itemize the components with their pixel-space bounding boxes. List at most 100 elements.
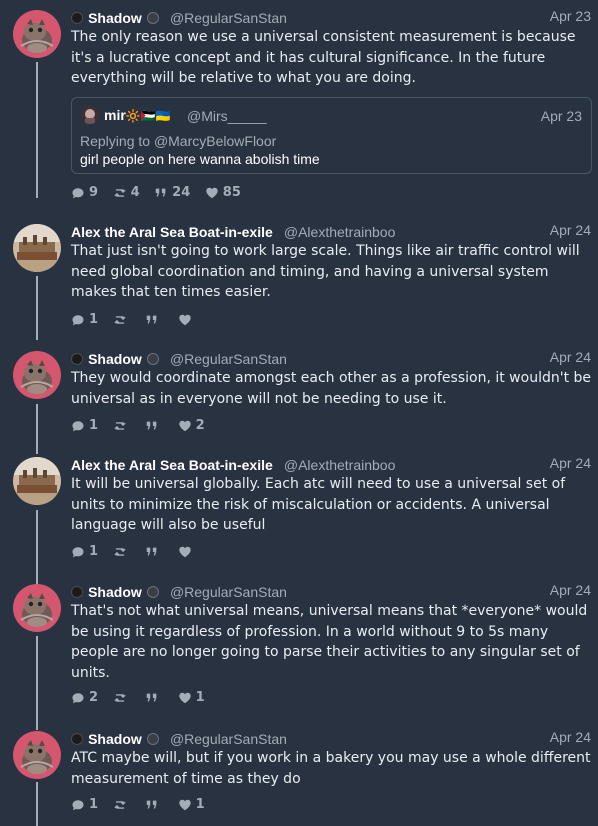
author-handle[interactable]: @Alexthetrainboo: [284, 457, 396, 473]
quote-marks-icon: [145, 419, 159, 433]
quoted-post[interactable]: mir🔆🇵🇸🇺🇦 @Mirs_____ Apr 23 Replying to @…: [71, 97, 592, 174]
quote-button[interactable]: [145, 691, 163, 705]
like-button[interactable]: 85: [205, 185, 241, 200]
quote-button[interactable]: 24: [154, 185, 190, 200]
quote-button[interactable]: [145, 798, 163, 812]
reply-button[interactable]: 9: [71, 185, 98, 200]
post[interactable]: Shadow @RegularSanStan Apr 24 That's not…: [0, 582, 598, 710]
repost-button[interactable]: [113, 691, 131, 705]
repost-arrows-icon: [113, 798, 127, 812]
avatar[interactable]: [13, 351, 61, 399]
speech-bubble-icon: [71, 798, 85, 812]
speech-bubble-icon: [71, 419, 85, 433]
quote-button[interactable]: [145, 313, 163, 327]
post-text: That's not what universal means, univers…: [71, 603, 588, 681]
post-text: That just isn't going to work large scal…: [71, 243, 580, 300]
author-handle[interactable]: @RegularSanStan: [170, 10, 287, 26]
quote-marks-icon: [154, 186, 168, 200]
avatar[interactable]: [13, 10, 61, 58]
like-button[interactable]: [178, 545, 196, 559]
post-text: The only reason we use a universal consi…: [71, 29, 576, 86]
author-name[interactable]: Alex the Aral Sea Boat-in-exile: [71, 224, 273, 240]
quote-marks-icon: [145, 545, 159, 559]
repost-button[interactable]: [113, 419, 131, 433]
author-name[interactable]: Shadow: [88, 10, 142, 26]
speech-bubble-icon: [71, 186, 85, 200]
post-date[interactable]: Apr 24: [550, 455, 591, 471]
repost-arrows-icon: [113, 313, 127, 327]
quoted-author-flags: 🔆🇵🇸🇺🇦: [125, 109, 171, 123]
replying-to-mention[interactable]: @MarcyBelowFloor: [154, 133, 276, 149]
author-name[interactable]: Alex the Aral Sea Boat-in-exile: [71, 457, 273, 473]
action-bar: 2 1: [71, 690, 215, 706]
repost-button[interactable]: 4: [113, 185, 140, 200]
post[interactable]: Shadow @RegularSanStan Apr 23 The only r…: [0, 8, 598, 204]
reply-button[interactable]: 1: [71, 312, 98, 327]
post-text: ATC maybe will, but if you work in a bak…: [71, 750, 591, 787]
reply-button[interactable]: 1: [71, 418, 98, 433]
action-bar: 1: [71, 544, 206, 560]
post-date[interactable]: Apr 24: [550, 729, 591, 745]
author-name[interactable]: Shadow: [88, 351, 142, 367]
repost-button[interactable]: [113, 798, 131, 812]
repost-button[interactable]: [113, 545, 131, 559]
reply-button[interactable]: 1: [71, 797, 98, 812]
like-button[interactable]: 2: [178, 418, 205, 433]
avatar[interactable]: [13, 731, 61, 779]
quote-button[interactable]: [145, 419, 163, 433]
quote-button[interactable]: [145, 545, 163, 559]
post-text: They would coordinate amongst each other…: [71, 370, 592, 407]
action-bar: 1 2: [71, 418, 215, 434]
post[interactable]: Shadow @RegularSanStan Apr 24 They would…: [0, 349, 598, 437]
repost-button[interactable]: [113, 313, 131, 327]
repost-arrows-icon: [113, 186, 127, 200]
heart-icon: [178, 691, 192, 705]
black-circle-icon: [71, 353, 83, 365]
gray-circle-icon: [146, 733, 159, 745]
replying-to: Replying to @MarcyBelowFloor: [80, 133, 277, 149]
post[interactable]: Shadow @RegularSanStan Apr 24 ATC maybe …: [0, 729, 598, 826]
avatar[interactable]: [13, 584, 61, 632]
black-circle-icon: [71, 733, 83, 745]
action-bar: 1 1: [71, 797, 215, 813]
post-text: It will be universal globally. Each atc …: [71, 476, 566, 533]
avatar[interactable]: [13, 457, 61, 505]
action-bar: 9 4 24 85: [71, 185, 251, 201]
quote-marks-icon: [145, 798, 159, 812]
avatar[interactable]: [13, 224, 61, 272]
like-button[interactable]: [178, 313, 196, 327]
post[interactable]: Alex the Aral Sea Boat-in-exile @Alexthe…: [0, 222, 598, 330]
author-handle[interactable]: @RegularSanStan: [170, 351, 287, 367]
post-date[interactable]: Apr 23: [550, 8, 591, 24]
action-bar: 1: [71, 312, 206, 328]
repost-arrows-icon: [113, 419, 127, 433]
gray-circle-icon: [146, 586, 159, 598]
author-handle[interactable]: @RegularSanStan: [170, 584, 287, 600]
post-date[interactable]: Apr 24: [550, 349, 591, 365]
speech-bubble-icon: [71, 313, 85, 327]
repost-arrows-icon: [113, 691, 127, 705]
heart-icon: [178, 798, 192, 812]
heart-icon: [178, 419, 192, 433]
speech-bubble-icon: [71, 545, 85, 559]
post-date[interactable]: Apr 24: [550, 222, 591, 238]
author-handle[interactable]: @Alexthetrainboo: [284, 224, 396, 240]
heart-icon: [205, 186, 219, 200]
author-name[interactable]: Shadow: [88, 731, 142, 747]
like-button[interactable]: 1: [178, 797, 205, 812]
quote-marks-icon: [145, 313, 159, 327]
author-handle[interactable]: @RegularSanStan: [170, 731, 287, 747]
post[interactable]: Alex the Aral Sea Boat-in-exile @Alexthe…: [0, 455, 598, 563]
like-button[interactable]: 1: [178, 690, 205, 705]
black-circle-icon: [71, 586, 83, 598]
black-circle-icon: [71, 12, 83, 24]
author-name[interactable]: Shadow: [88, 584, 142, 600]
post-date[interactable]: Apr 24: [550, 582, 591, 598]
gray-circle-icon: [146, 353, 159, 365]
quoted-author-handle: @Mirs_____: [187, 108, 267, 124]
reply-button[interactable]: 1: [71, 544, 98, 559]
quoted-date: Apr 23: [540, 108, 582, 124]
speech-bubble-icon: [71, 691, 85, 705]
gray-circle-icon: [146, 12, 159, 24]
reply-button[interactable]: 2: [71, 690, 98, 705]
